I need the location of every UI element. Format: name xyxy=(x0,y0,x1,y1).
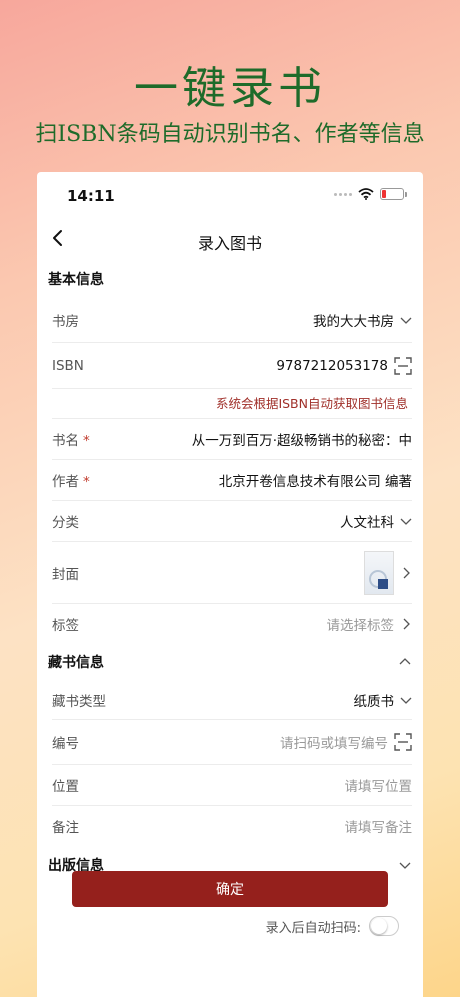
note-input[interactable]: 请填写备注 xyxy=(345,816,413,836)
required-mark: * xyxy=(83,474,90,490)
isbn-value[interactable]: 9787212053178 xyxy=(276,358,388,374)
isbn-label: ISBN xyxy=(52,357,84,374)
number-label: 编号 xyxy=(52,736,79,752)
required-mark: * xyxy=(83,433,90,449)
category-row[interactable]: 分类 人文社科 xyxy=(52,501,412,542)
tags-label: 标签 xyxy=(52,617,79,634)
chevron-down-icon xyxy=(400,697,412,704)
cover-thumbnail[interactable] xyxy=(364,550,394,595)
auto-scan-setting: 录入后自动扫码: xyxy=(266,916,399,936)
section-collection-header[interactable]: 藏书信息 xyxy=(37,643,423,681)
chevron-up-icon[interactable] xyxy=(399,656,411,668)
category-label: 分类 xyxy=(52,515,79,531)
library-label: 书房 xyxy=(52,314,79,330)
status-bar: 14:11 xyxy=(37,172,423,218)
scan-icon[interactable] xyxy=(394,356,412,375)
chevron-down-icon[interactable] xyxy=(399,859,411,871)
chevron-down-icon xyxy=(400,317,412,324)
book-name-label: 书名 xyxy=(52,433,79,449)
battery-tip xyxy=(405,191,407,197)
number-row[interactable]: 编号 请扫码或填写编号 xyxy=(52,720,412,765)
collection-type-label: 藏书类型 xyxy=(52,694,106,710)
phone-screen: 14:11 录入图书 基本信息 书房 我的大大书房 ISBN 978721205… xyxy=(37,172,423,997)
confirm-button[interactable]: 确定 xyxy=(72,871,388,907)
collection-type-value: 纸质书 xyxy=(353,694,395,710)
status-icons xyxy=(334,188,407,200)
author-label: 作者 xyxy=(52,474,79,490)
cover-label: 封面 xyxy=(52,566,79,583)
auto-scan-toggle[interactable] xyxy=(369,916,399,936)
scan-icon[interactable] xyxy=(394,733,412,751)
status-time: 14:11 xyxy=(67,187,115,205)
battery-icon xyxy=(380,188,404,200)
tags-row[interactable]: 标签 请选择标签 xyxy=(52,604,412,643)
chevron-right-icon xyxy=(403,618,410,629)
note-label: 备注 xyxy=(52,819,79,836)
location-row[interactable]: 位置 请填写位置 xyxy=(52,765,412,806)
page-title: 录入图书 xyxy=(197,234,262,253)
promo-subtitle: 扫ISBN条码自动识别书名、作者等信息 xyxy=(35,122,425,147)
section-collection-title: 藏书信息 xyxy=(48,655,104,671)
collection-type-row[interactable]: 藏书类型 纸质书 xyxy=(52,681,412,720)
number-input[interactable]: 请扫码或填写编号 xyxy=(280,732,388,752)
location-input[interactable]: 请填写位置 xyxy=(345,775,413,795)
location-label: 位置 xyxy=(52,779,79,795)
section-basic-header: 基本信息 xyxy=(37,260,423,298)
library-row[interactable]: 书房 我的大大书房 xyxy=(52,298,412,343)
cover-row[interactable]: 封面 xyxy=(52,542,412,604)
auto-scan-label: 录入后自动扫码: xyxy=(265,920,361,936)
nav-bar: 录入图书 xyxy=(37,218,423,260)
book-name-row[interactable]: 书名 * 从一万到百万·超级畅销书的秘密：中 xyxy=(52,419,412,460)
author-value[interactable]: 北京开卷信息技术有限公司 编著 xyxy=(219,470,412,490)
section-basic-title: 基本信息 xyxy=(48,272,104,288)
note-row[interactable]: 备注 请填写备注 xyxy=(52,806,412,845)
tags-placeholder: 请选择标签 xyxy=(326,617,395,634)
isbn-hint: 系统会根据ISBN自动获取图书信息 xyxy=(215,396,408,411)
library-value: 我的大大书房 xyxy=(313,314,394,330)
signal-icon xyxy=(334,192,352,196)
isbn-row[interactable]: ISBN 9787212053178 xyxy=(52,343,412,388)
author-row[interactable]: 作者 * 北京开卷信息技术有限公司 编著 xyxy=(52,460,412,501)
promo-title: 一键录书 xyxy=(134,63,326,114)
book-name-value[interactable]: 从一万到百万·超级畅销书的秘密：中 xyxy=(192,429,412,449)
chevron-right-icon xyxy=(403,567,410,578)
chevron-down-icon xyxy=(400,518,412,525)
category-value: 人文社科 xyxy=(340,515,394,531)
wifi-icon xyxy=(358,188,374,200)
